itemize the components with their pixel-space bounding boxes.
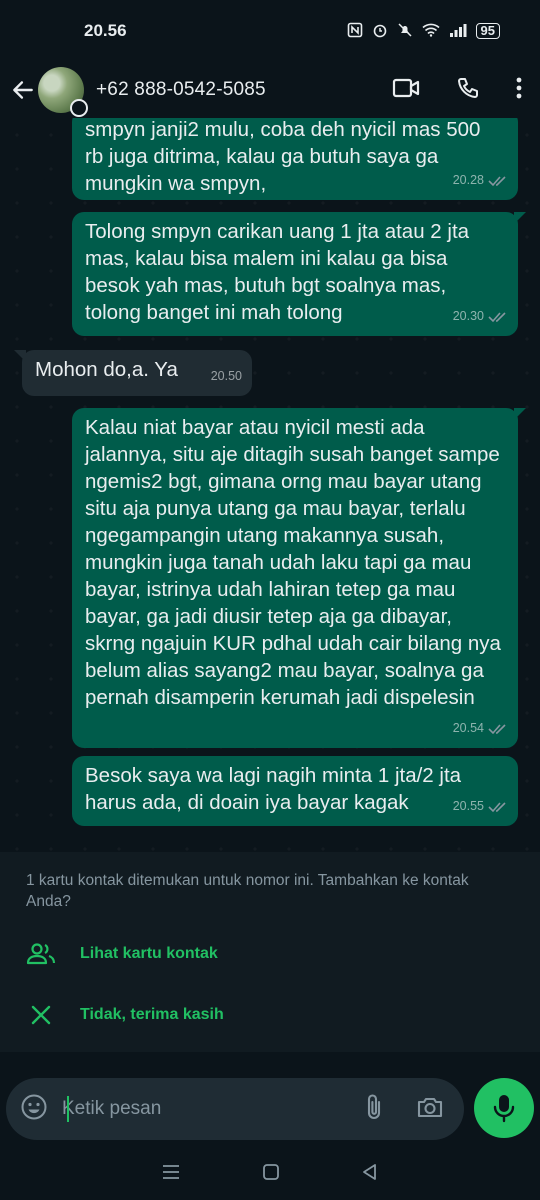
- message-meta: 20.28: [453, 167, 508, 194]
- mute-icon: [397, 22, 413, 41]
- signal-icon: [449, 23, 467, 40]
- bubble-tail: [14, 350, 26, 362]
- microphone-icon: [493, 1095, 515, 1123]
- message-time: 20.28: [452, 173, 484, 187]
- view-contact-card-button[interactable]: Lihat kartu kontak: [26, 942, 218, 966]
- close-icon: [31, 1005, 51, 1025]
- status-time: 20.56: [84, 21, 127, 40]
- message-time: 20.54: [452, 721, 484, 735]
- menu-button[interactable]: [516, 76, 522, 105]
- contact-card-notice: 1 kartu kontak ditemukan untuk nomor ini…: [26, 872, 469, 910]
- message-bubble-outgoing[interactable]: Kalau niat bayar atau nyicil mesti ada j…: [72, 408, 526, 748]
- text-cursor: [67, 1096, 69, 1122]
- view-contact-card-label: Lihat kartu kontak: [80, 945, 218, 962]
- bubble-tail: [514, 212, 526, 224]
- home-button[interactable]: [262, 1163, 280, 1186]
- message-composer: [6, 1078, 464, 1140]
- decline-label: Tidak, terima kasih: [80, 1006, 224, 1023]
- camera-icon: [417, 1097, 443, 1117]
- emoji-button[interactable]: [20, 1093, 48, 1126]
- nfc-icon: [347, 22, 363, 41]
- emoji-icon: [21, 1094, 47, 1119]
- message-meta: 20.50: [211, 363, 242, 390]
- triangle-back-icon: [363, 1163, 377, 1180]
- wifi-icon: [421, 23, 440, 40]
- back-button[interactable]: [8, 75, 38, 105]
- message-meta: 20.55: [453, 793, 508, 820]
- status-ring-icon: [70, 99, 88, 117]
- decline-button[interactable]: Tidak, terima kasih: [26, 1004, 224, 1026]
- voice-record-button[interactable]: [474, 1078, 534, 1138]
- system-back-button[interactable]: [361, 1163, 379, 1186]
- message-time: 20.50: [210, 369, 242, 383]
- attach-button[interactable]: [364, 1093, 384, 1126]
- people-icon: [26, 943, 56, 965]
- paperclip-icon: [367, 1093, 381, 1119]
- double-check-icon: [488, 175, 506, 186]
- camera-button[interactable]: [416, 1095, 444, 1124]
- contact-name[interactable]: +62 888-0542-5085: [96, 79, 266, 101]
- double-check-icon: [488, 723, 506, 734]
- status-bar: 20.56 95: [0, 0, 540, 62]
- message-time: 20.30: [452, 309, 484, 323]
- message-meta: 20.30: [453, 303, 508, 330]
- video-call-button[interactable]: [392, 77, 420, 104]
- message-text: smpyn janji2 mulu, coba deh nyicil mas 5…: [85, 118, 481, 195]
- message-meta: 20.54: [453, 715, 508, 742]
- double-check-icon: [488, 801, 506, 812]
- avatar[interactable]: [38, 67, 88, 117]
- message-time: 20.55: [452, 799, 484, 813]
- phone-icon: [458, 77, 478, 98]
- battery-indicator: 95: [475, 23, 500, 39]
- double-check-icon: [488, 311, 506, 322]
- chat-area[interactable]: smpyn janji2 mulu, coba deh nyicil mas 5…: [0, 118, 540, 852]
- message-bubble-outgoing[interactable]: Tolong smpyn carikan uang 1 jta atau 2 j…: [72, 212, 526, 336]
- message-text: Mohon do,a. Ya: [35, 358, 178, 381]
- message-text: Tolong smpyn carikan uang 1 jta atau 2 j…: [85, 220, 470, 324]
- alarm-icon: [372, 22, 388, 41]
- more-vertical-icon: [516, 77, 522, 98]
- voice-call-button[interactable]: [456, 76, 480, 105]
- menu-lines-icon: [162, 1164, 179, 1179]
- arrow-left-icon: [13, 81, 33, 99]
- message-text: Kalau niat bayar atau nyicil mesti ada j…: [85, 416, 501, 709]
- message-bubble-incoming[interactable]: Mohon do,a. Ya 20.50: [14, 350, 252, 396]
- message-text: Besok saya wa lagi nagih minta 1 jta/2 j…: [85, 764, 462, 814]
- status-icons: 95: [347, 22, 500, 41]
- message-input[interactable]: [62, 1098, 322, 1120]
- contact-card-panel: 1 kartu kontak ditemukan untuk nomor ini…: [0, 852, 540, 1052]
- bubble-tail: [514, 408, 526, 420]
- message-bubble-outgoing[interactable]: smpyn janji2 mulu, coba deh nyicil mas 5…: [72, 118, 518, 200]
- video-camera-icon: [392, 78, 420, 97]
- system-nav-bar: [0, 1148, 540, 1200]
- recent-apps-button[interactable]: [161, 1164, 181, 1185]
- square-icon: [263, 1163, 279, 1180]
- message-bubble-outgoing[interactable]: Besok saya wa lagi nagih minta 1 jta/2 j…: [72, 756, 518, 826]
- chat-header: +62 888-0542-5085: [0, 62, 540, 118]
